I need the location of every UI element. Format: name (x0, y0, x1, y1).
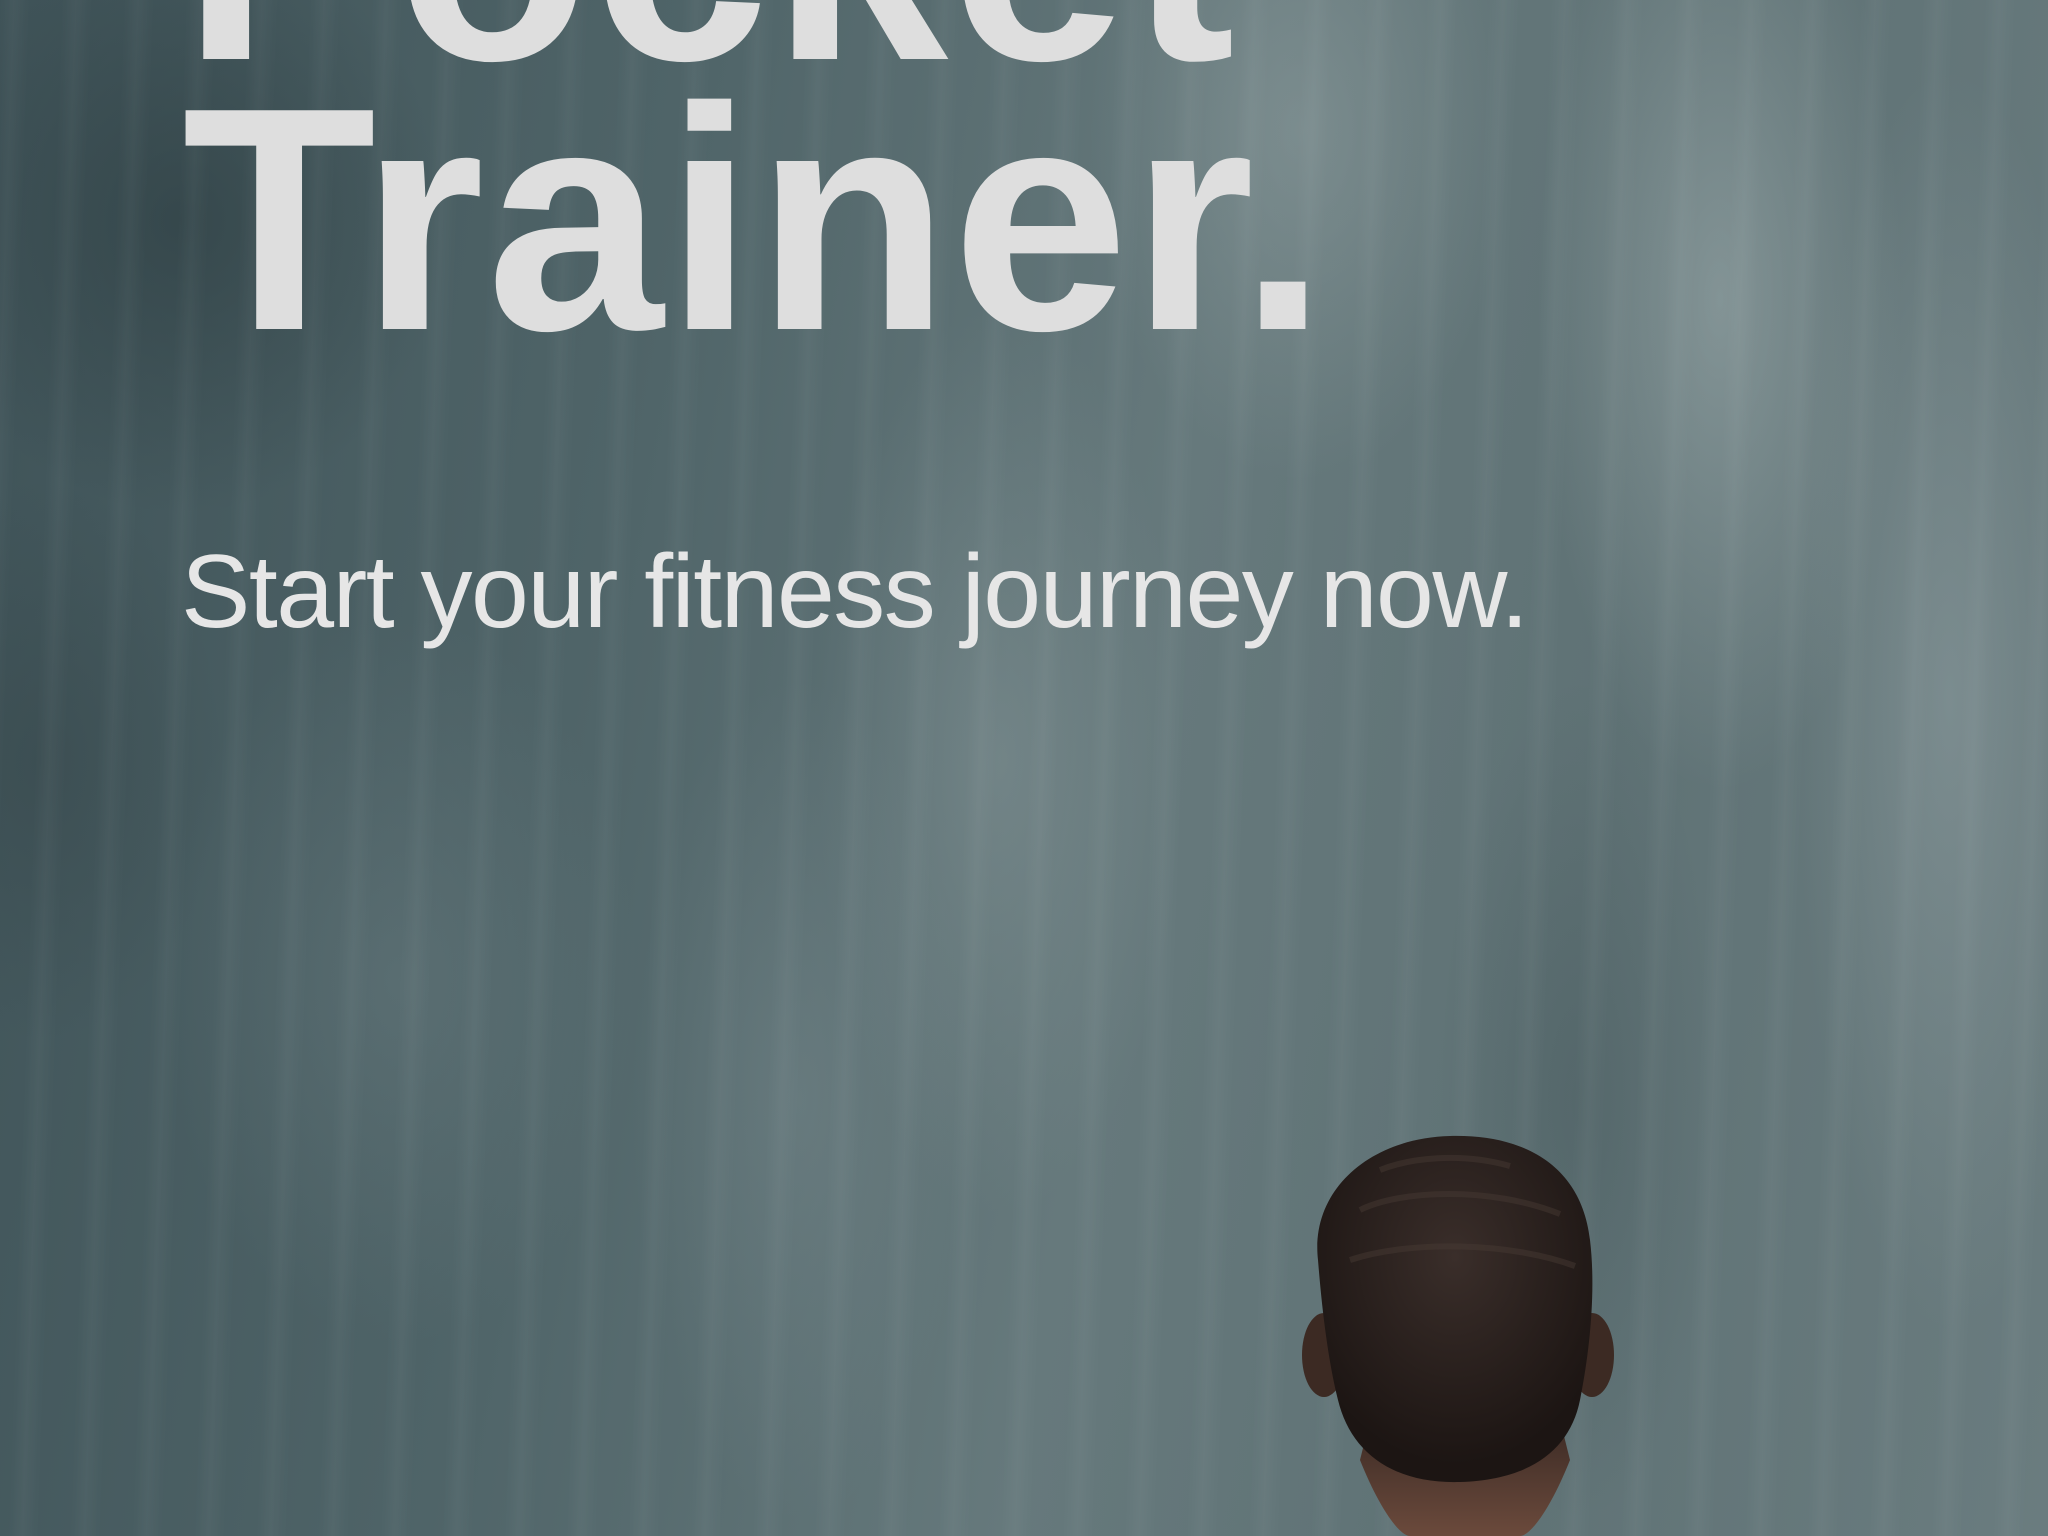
splash-screen: Pocket Trainer. Start your fitness journ… (0, 0, 2048, 1536)
hair-shape (1317, 1135, 1593, 1483)
person-silhouette (1302, 1135, 1614, 1536)
app-title-line-2: Trainer. (182, 42, 1330, 397)
app-title: Pocket Trainer. (182, 0, 1330, 397)
tagline: Start your fitness journey now. (181, 534, 1529, 650)
